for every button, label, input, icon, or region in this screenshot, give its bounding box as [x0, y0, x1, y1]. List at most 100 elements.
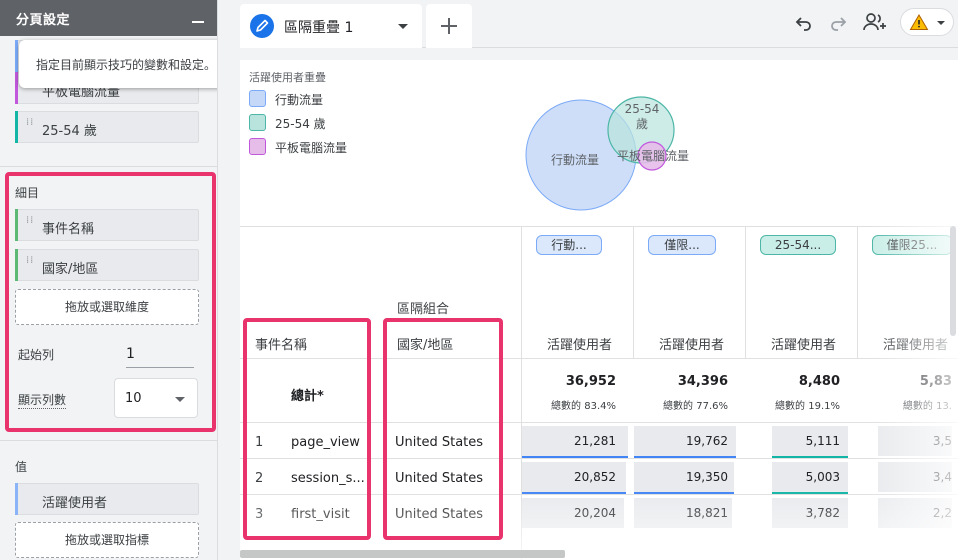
- cell-value: 19,762: [686, 434, 728, 448]
- column-header-metric[interactable]: 活躍使用者: [771, 334, 836, 353]
- cell-value: 20,852: [574, 470, 616, 484]
- undo-icon[interactable]: [792, 10, 816, 34]
- divider: [240, 458, 958, 459]
- segment-color-bar: [15, 111, 18, 143]
- drop-metric-zone[interactable]: 拖放或選取指標: [15, 522, 199, 558]
- venn-label-age: 25-54: [625, 102, 660, 116]
- venn-label-mobile: 行動流量: [551, 153, 599, 167]
- segment-color-bar: [15, 72, 18, 104]
- segment-group-label: 區隔組合: [397, 302, 450, 317]
- tab-label: 區隔重疊 1: [284, 20, 354, 36]
- cell-value: 21,281: [574, 434, 616, 448]
- venn-diagram[interactable]: 行動流量 25-54 歲 平板電腦流量: [525, 92, 705, 217]
- rows-count-select[interactable]: 10: [114, 378, 198, 418]
- drop-dimension-zone[interactable]: 拖放或選取維度: [15, 289, 199, 325]
- exploration-canvas: 活躍使用者重疊 行動流量 25-54 歲 平板電腦流量 行動流量 25-54 歲…: [240, 60, 958, 560]
- cell-value: 19,350: [686, 470, 728, 484]
- cell-value: 5,003: [805, 470, 840, 484]
- caret-down-icon: [175, 397, 185, 402]
- drag-handle-icon[interactable]: ⁞⁞: [26, 216, 34, 232]
- pencil-icon[interactable]: [250, 14, 274, 38]
- cell-event-name: page_view: [291, 435, 360, 450]
- cell-event-name: session_s...: [291, 471, 365, 486]
- column-header-country[interactable]: 國家/地區: [397, 334, 453, 353]
- start-row-input[interactable]: 1: [126, 346, 194, 368]
- total-value: 34,396: [677, 374, 728, 389]
- segment-header-chip[interactable]: 僅限...: [648, 235, 716, 255]
- warning-button[interactable]: [900, 8, 954, 36]
- add-tab-button[interactable]: [426, 4, 472, 48]
- column-header-metric[interactable]: 活躍使用者: [547, 334, 612, 353]
- redo-icon[interactable]: [826, 10, 850, 34]
- row-index: 1: [255, 435, 264, 450]
- cell-value: 5,111: [805, 434, 840, 448]
- divider: [745, 226, 746, 358]
- segment-header-chip[interactable]: 僅限25...: [872, 235, 952, 255]
- segment-color-bar: [15, 40, 18, 72]
- panel-title: 分頁設定: [16, 13, 71, 28]
- value-color-bar: [15, 483, 18, 515]
- viz-title: 活躍使用者重疊: [249, 71, 326, 84]
- rows-count-label: 顯示列數: [18, 393, 67, 409]
- divider: [633, 226, 634, 358]
- tab-segment-overlap[interactable]: 區隔重疊 1: [240, 4, 422, 48]
- breakdowns-title: 細目: [15, 186, 40, 200]
- divider: [857, 226, 858, 358]
- legend-swatch: [249, 114, 266, 131]
- legend-label: 行動流量: [275, 93, 324, 107]
- collapse-icon[interactable]: [192, 21, 204, 23]
- caret-down-icon: [937, 21, 945, 25]
- total-value: 5,83: [919, 374, 952, 389]
- divider: [0, 166, 217, 167]
- column-header-metric[interactable]: 活躍使用者: [659, 334, 724, 353]
- drag-handle-icon[interactable]: ⁞⁞: [26, 256, 34, 272]
- panel-header: 分頁設定: [0, 0, 217, 36]
- caret-down-icon[interactable]: [398, 24, 408, 29]
- divider: [240, 494, 958, 495]
- breakdown-color-bar: [15, 249, 18, 281]
- total-value: 36,952: [565, 374, 616, 389]
- values-title: 值: [15, 460, 28, 474]
- column-header-metric[interactable]: 活躍使用者: [883, 334, 948, 353]
- horizontal-scrollbar[interactable]: [240, 550, 565, 558]
- divider: [0, 440, 217, 441]
- rows-count-value: 10: [125, 391, 142, 406]
- cell-value: 18,821: [686, 506, 728, 520]
- total-percent: 總數的 13.: [902, 401, 952, 412]
- tooltip: 指定目前顯示技巧的變數和設定。: [19, 40, 217, 88]
- vertical-scrollbar[interactable]: [950, 226, 956, 336]
- breakdown-chip-country[interactable]: ⁞⁞ 國家/地區: [15, 249, 199, 281]
- cell-value: 2,2: [932, 506, 952, 520]
- segment-header-chip[interactable]: 25-54...: [760, 235, 836, 255]
- venn-label-age-2: 歲: [636, 117, 648, 131]
- total-percent: 總數的 83.4%: [551, 401, 616, 412]
- legend-swatch: [249, 90, 266, 107]
- cell-country: United States: [395, 471, 484, 486]
- cell-value: 20,204: [574, 506, 616, 520]
- segment-chip-age[interactable]: ⁞⁞ 25-54 歲: [15, 111, 199, 143]
- drag-handle-icon[interactable]: ⁞⁞: [26, 118, 34, 134]
- divider: [240, 226, 958, 227]
- share-user-icon[interactable]: [862, 10, 890, 34]
- breakdown-color-bar: [15, 209, 18, 241]
- value-chip-active-users[interactable]: 活躍使用者: [15, 483, 199, 515]
- cell-value: 3,782: [805, 506, 840, 520]
- total-value: 8,480: [798, 374, 840, 389]
- legend-label: 25-54 歲: [275, 117, 326, 131]
- start-row-label: 起始列: [18, 348, 55, 362]
- column-header-event-name[interactable]: 事件名稱: [255, 334, 307, 353]
- row-index: 3: [255, 507, 264, 522]
- total-label: 總計*: [291, 389, 324, 404]
- total-percent: 總數的 19.1%: [775, 401, 840, 412]
- legend-label: 平板電腦流量: [275, 141, 348, 155]
- warning-icon: [909, 13, 929, 35]
- tab-settings-panel: 分頁設定 ⁞⁞ 平板電腦流量 ⁞⁞ 25-54 歲 細目 ⁞⁞ 事件名稱 ⁞⁞ …: [0, 0, 218, 560]
- breakdown-chip-label: 事件名稱: [42, 222, 95, 237]
- segment-header-chip[interactable]: 行動...: [536, 235, 602, 255]
- legend-swatch: [249, 138, 266, 155]
- segment-chip-label: 25-54 歲: [42, 124, 97, 139]
- row-index: 2: [255, 471, 264, 486]
- breakdown-chip-event-name[interactable]: ⁞⁞ 事件名稱: [15, 209, 199, 241]
- divider: [240, 358, 958, 359]
- total-percent: 總數的 77.6%: [663, 401, 728, 412]
